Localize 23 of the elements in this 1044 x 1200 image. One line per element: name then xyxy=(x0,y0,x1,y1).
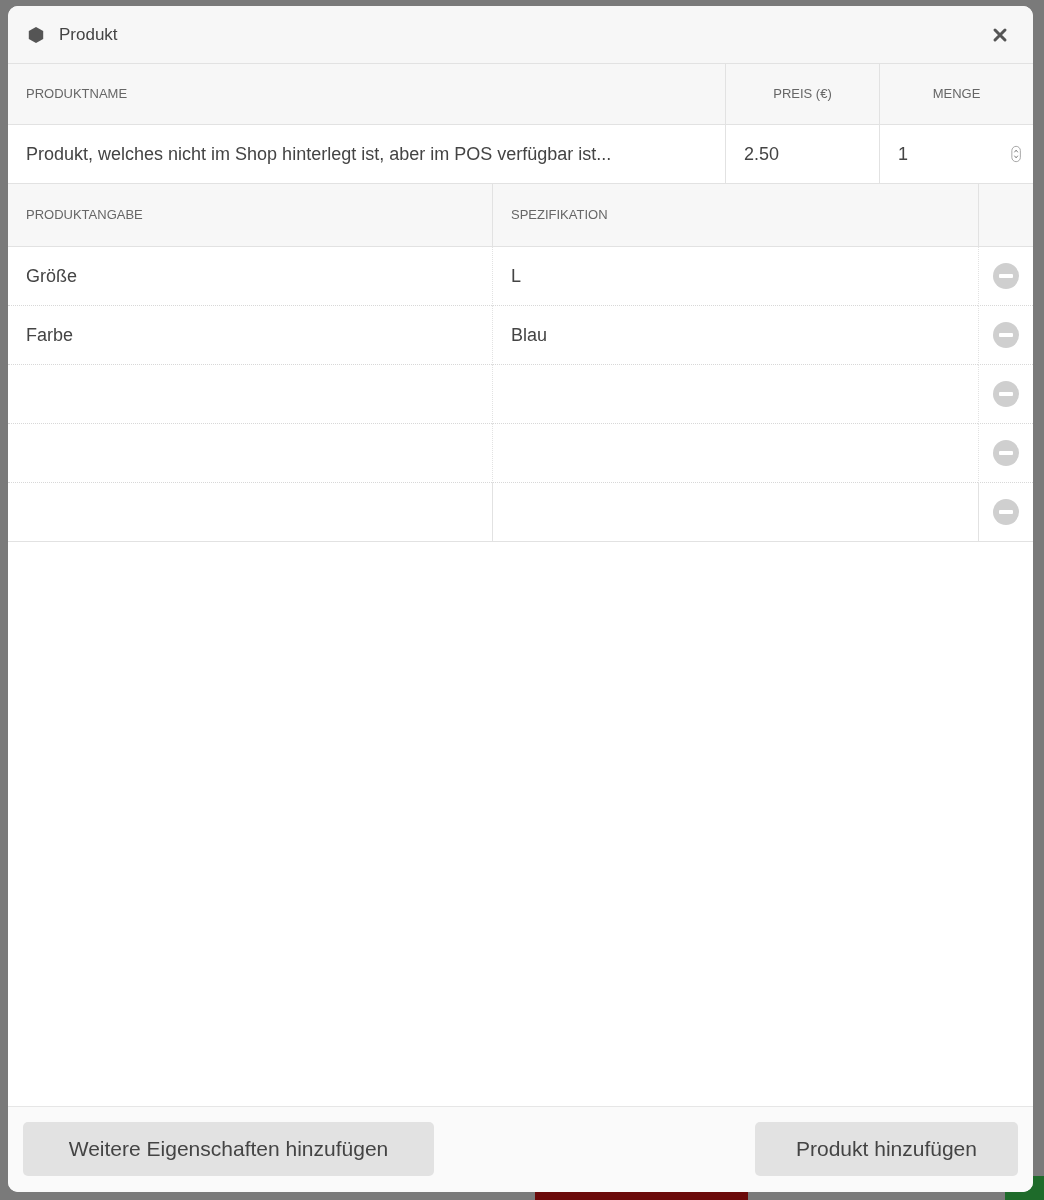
remove-icon[interactable] xyxy=(993,322,1019,348)
column-header: MENGE xyxy=(932,85,981,104)
column-header: PREIS (€) xyxy=(773,85,832,104)
attribute-field[interactable]: Größe xyxy=(26,247,474,305)
add-product-button[interactable]: Produkt hinzufügen xyxy=(755,1121,1018,1176)
remove-icon[interactable] xyxy=(993,263,1019,289)
attribute-field[interactable]: Farbe xyxy=(26,306,474,364)
column-header: SPEZIFIKATION xyxy=(511,206,608,225)
specification-field[interactable]: Blau xyxy=(511,306,960,364)
remove-icon[interactable] xyxy=(993,381,1019,407)
remove-icon[interactable] xyxy=(993,440,1019,466)
add-properties-button[interactable]: Weitere Eigenschaften hinzufügen xyxy=(23,1121,434,1176)
hexagon-icon xyxy=(27,25,45,44)
close-icon[interactable] xyxy=(992,26,1008,43)
quantity-field[interactable]: 1 xyxy=(898,125,1003,183)
column-header: PRODUKTANGABE xyxy=(26,206,143,225)
stepper-icon[interactable] xyxy=(1010,144,1021,164)
price-field[interactable]: 2.50 xyxy=(744,125,861,183)
product-name-field[interactable]: Produkt, welches nicht im Shop hinterlegt ist, aber im POS verfügbar ist... xyxy=(26,125,707,183)
column-header: PRODUKTNAME xyxy=(26,85,128,104)
dialog-title: Produkt xyxy=(59,23,118,46)
remove-icon[interactable] xyxy=(993,499,1019,525)
specification-field[interactable]: L xyxy=(511,247,960,305)
